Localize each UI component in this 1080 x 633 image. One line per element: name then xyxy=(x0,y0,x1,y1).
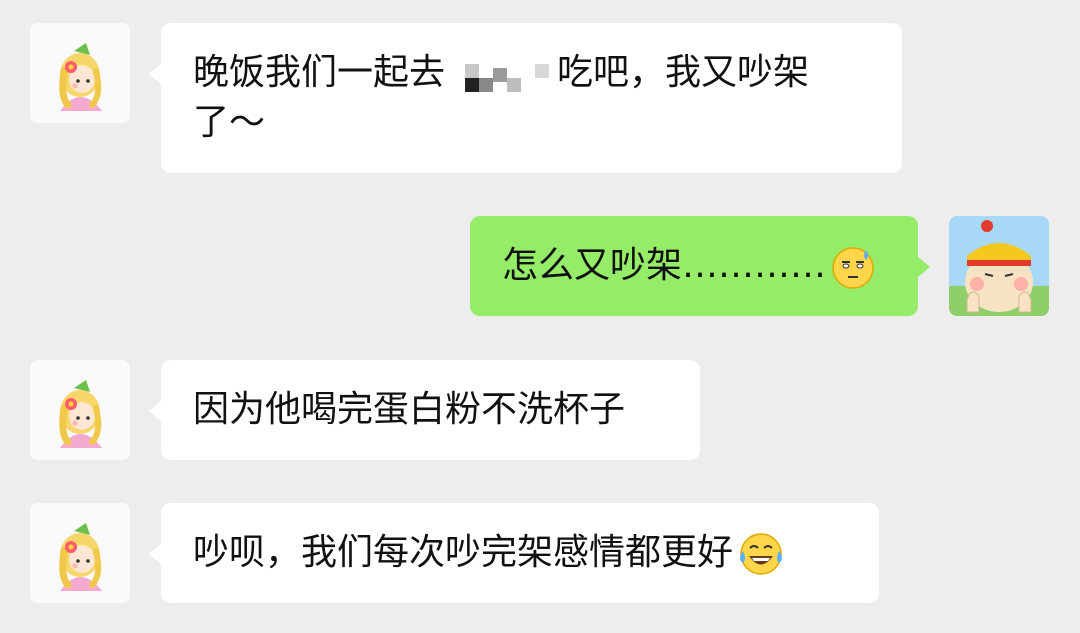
sweat-smile-emoji-icon xyxy=(830,244,876,290)
message-text: 晚饭我们一起去 xyxy=(193,52,446,93)
contact-avatar[interactable] xyxy=(30,503,130,603)
self-avatar[interactable] xyxy=(949,216,1049,316)
princess-girl-avatar-icon xyxy=(30,360,130,460)
princess-girl-avatar-icon xyxy=(30,23,130,123)
message-bubble-incoming[interactable]: 晚饭我们一起去 吃吧，我又吵架 了～ xyxy=(149,23,902,173)
message-line: 晚饭我们一起去 吃吧，我又吵架 xyxy=(193,48,872,98)
message-text-line2: 了～ xyxy=(193,102,266,143)
message-text: 吵呗，我们每次吵完架感情都更好 xyxy=(193,532,734,573)
redacted-mosaic xyxy=(451,56,551,92)
message-text: 因为他喝完蛋白粉不洗杯子 xyxy=(193,389,626,430)
message-bubble-outgoing[interactable]: 怎么又吵架………… xyxy=(470,216,930,316)
message-text: 怎么又吵架………… xyxy=(502,245,827,286)
contact-avatar[interactable] xyxy=(30,23,130,123)
monkey-king-avatar-icon xyxy=(949,216,1049,316)
princess-girl-avatar-icon xyxy=(30,503,130,603)
tears-of-joy-emoji-icon xyxy=(737,531,785,577)
message-text: 吃吧，我又吵架 xyxy=(557,52,810,93)
contact-avatar[interactable] xyxy=(30,360,130,460)
message-bubble-incoming[interactable]: 吵呗，我们每次吵完架感情都更好 xyxy=(149,503,879,603)
message-bubble-incoming[interactable]: 因为他喝完蛋白粉不洗杯子 xyxy=(149,360,700,460)
